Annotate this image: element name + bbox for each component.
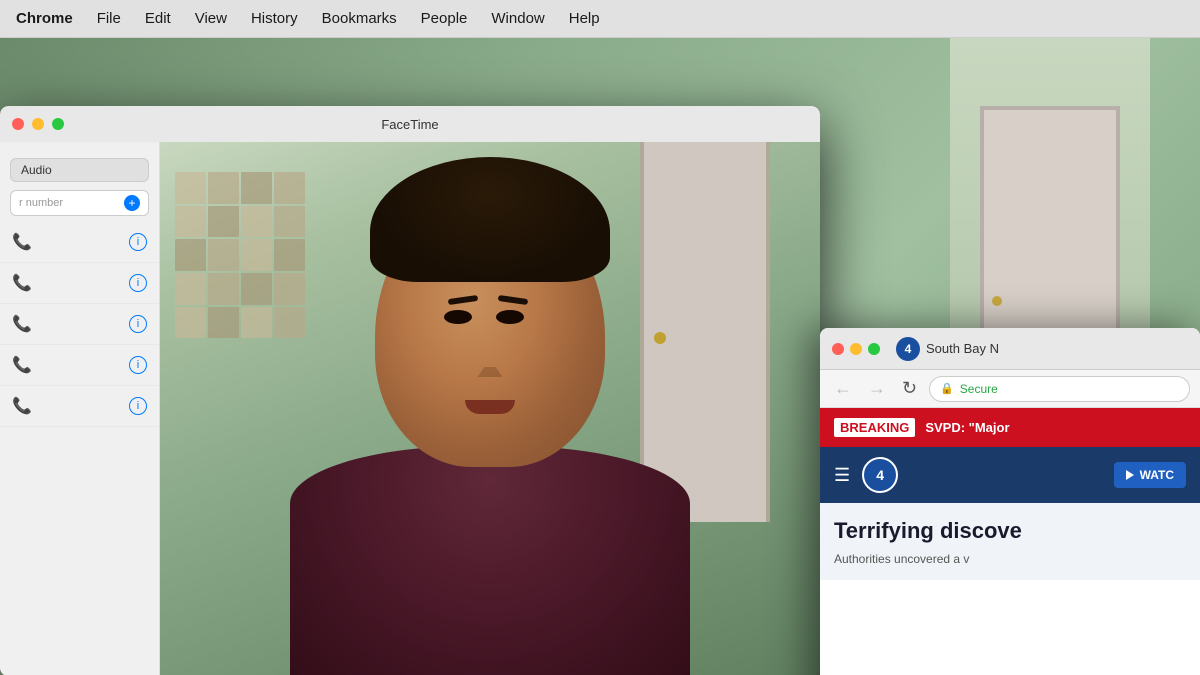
news-headline-area: Terrifying discove Authorities uncovered…: [820, 503, 1200, 580]
close-button[interactable]: [12, 118, 24, 130]
breaking-text: SVPD: "Major: [925, 420, 1009, 435]
phone-icon: 📞: [12, 273, 32, 293]
facetime-titlebar: FaceTime: [0, 106, 820, 142]
minimize-button[interactable]: [32, 118, 44, 130]
watch-label: WATC: [1140, 468, 1174, 482]
number-input[interactable]: r number +: [10, 190, 149, 216]
news-nav-bar: ☰ 4 WATC: [820, 447, 1200, 503]
browser-tab[interactable]: 4 South Bay N: [896, 337, 999, 361]
mouth: [465, 400, 515, 414]
play-icon: [1126, 470, 1134, 480]
photo-item: [208, 206, 239, 238]
news-content: BREAKING SVPD: "Major ☰ 4 WATC Terrifyin…: [820, 408, 1200, 675]
channel-icon: 4: [896, 337, 920, 361]
door-knob: [992, 296, 1002, 306]
facetime-video: [160, 142, 820, 675]
nose: [478, 347, 503, 377]
photo-item: [175, 273, 206, 305]
person-body: [290, 446, 690, 675]
browser-minimize-button[interactable]: [850, 343, 862, 355]
reload-button[interactable]: ↻: [898, 376, 921, 401]
contact-row: 📞 i: [0, 345, 159, 386]
menu-people[interactable]: People: [421, 10, 468, 27]
contact-row: 📞 i: [0, 386, 159, 427]
browser-titlebar: 4 South Bay N: [820, 328, 1200, 370]
browser-maximize-button[interactable]: [868, 343, 880, 355]
breaking-bar: BREAKING SVPD: "Major: [820, 408, 1200, 447]
maximize-button[interactable]: [52, 118, 64, 130]
breaking-label: BREAKING: [834, 418, 915, 437]
video-person-bg: [160, 142, 820, 675]
window-controls: [832, 343, 880, 355]
facetime-title: FaceTime: [381, 117, 438, 132]
photo-item: [208, 273, 239, 305]
watch-button[interactable]: WATC: [1114, 462, 1186, 488]
menu-bookmarks[interactable]: Bookmarks: [322, 10, 397, 27]
address-bar[interactable]: 🔒 Secure: [929, 376, 1190, 402]
browser-close-button[interactable]: [832, 343, 844, 355]
input-placeholder: r number: [19, 197, 63, 209]
channel-4-logo: 4: [862, 457, 898, 493]
photo-item: [208, 307, 239, 339]
add-contact-button[interactable]: +: [124, 195, 140, 211]
info-icon[interactable]: i: [129, 315, 147, 333]
facetime-window: FaceTime Audio r number + 📞 i 📞 i: [0, 106, 820, 675]
contact-row: 📞 i: [0, 304, 159, 345]
info-icon[interactable]: i: [129, 233, 147, 251]
menu-history[interactable]: History: [251, 10, 298, 27]
menu-view[interactable]: View: [195, 10, 227, 27]
info-icon[interactable]: i: [129, 274, 147, 292]
hamburger-icon[interactable]: ☰: [834, 465, 850, 486]
photo-item: [208, 239, 239, 271]
photo-item: [175, 172, 206, 204]
photo-item: [208, 172, 239, 204]
photo-item: [175, 206, 206, 238]
forward-button[interactable]: →: [864, 376, 890, 401]
right-eye: [496, 310, 524, 324]
phone-icon: 📞: [12, 355, 32, 375]
menu-file[interactable]: File: [97, 10, 121, 27]
browser-toolbar: ← → ↻ 🔒 Secure: [820, 370, 1200, 408]
main-area: FaceTime Audio r number + 📞 i 📞 i: [0, 38, 1200, 675]
back-button[interactable]: ←: [830, 376, 856, 401]
window-controls: [12, 118, 64, 130]
lock-icon: 🔒: [940, 382, 954, 395]
phone-icon: 📞: [12, 232, 32, 252]
audio-button[interactable]: Audio: [10, 158, 149, 182]
tab-title: South Bay N: [926, 341, 999, 356]
phone-icon: 📞: [12, 396, 32, 416]
phone-icon: 📞: [12, 314, 32, 334]
person-in-video: [260, 142, 720, 675]
facetime-sidebar: Audio r number + 📞 i 📞 i 📞 i: [0, 142, 160, 675]
news-subhead: Authorities uncovered a v: [834, 552, 1186, 566]
facetime-body: Audio r number + 📞 i 📞 i 📞 i: [0, 142, 820, 675]
menu-edit[interactable]: Edit: [145, 10, 171, 27]
browser-window: 4 South Bay N ← → ↻ 🔒 Secure BREAKING SV…: [820, 328, 1200, 675]
photo-item: [175, 239, 206, 271]
news-headline: Terrifying discove: [834, 517, 1186, 546]
menu-help[interactable]: Help: [569, 10, 600, 27]
menu-chrome[interactable]: Chrome: [16, 10, 73, 27]
secure-label: Secure: [960, 382, 998, 396]
contact-row: 📞 i: [0, 222, 159, 263]
info-icon[interactable]: i: [129, 356, 147, 374]
left-eye: [444, 310, 472, 324]
menu-bar: Chrome File Edit View History Bookmarks …: [0, 0, 1200, 38]
info-icon[interactable]: i: [129, 397, 147, 415]
contact-row: 📞 i: [0, 263, 159, 304]
menu-window[interactable]: Window: [491, 10, 544, 27]
person-hair: [370, 157, 610, 282]
photo-item: [175, 307, 206, 339]
